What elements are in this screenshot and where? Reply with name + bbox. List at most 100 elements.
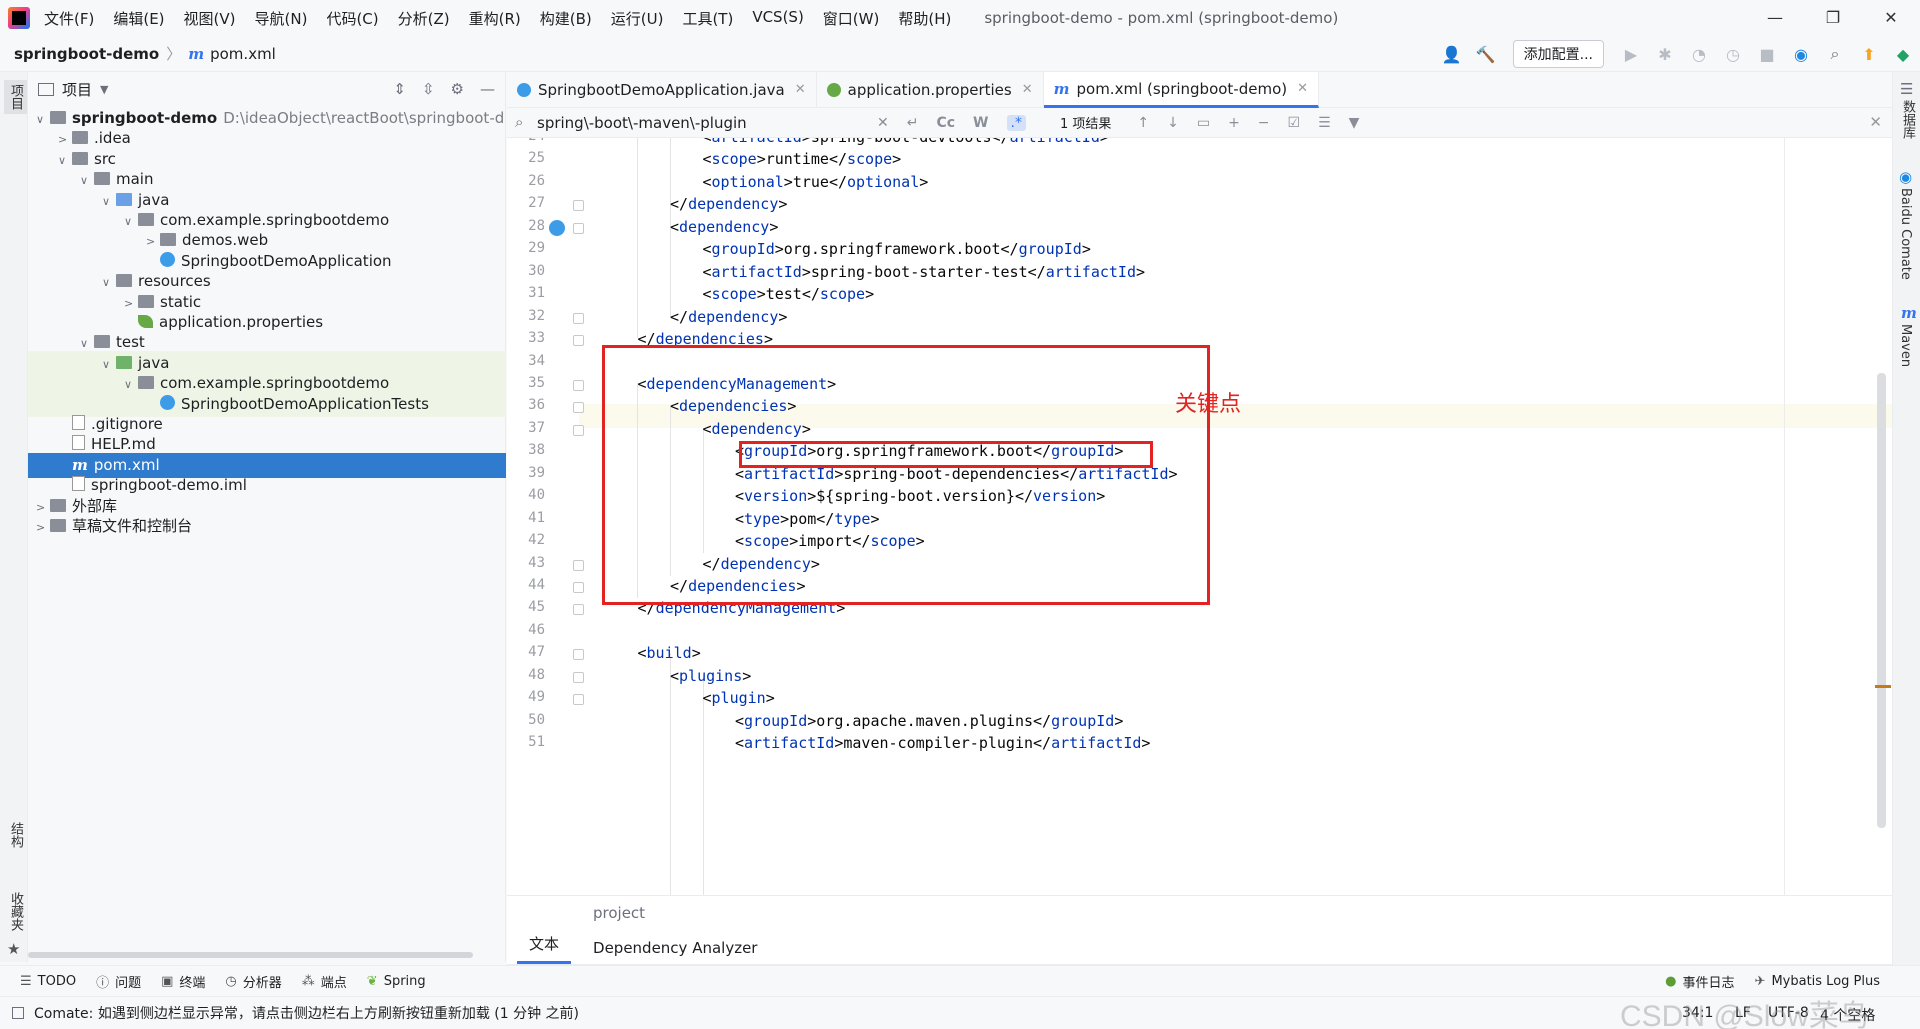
inspection-widget[interactable]: ✓ 1 ∧ ∨ [1807,138,1880,140]
favorites-tool-tab[interactable]: 收藏夹 [6,892,25,931]
tool-spring[interactable]: ❦ Spring [367,974,426,989]
project-tool-tab[interactable]: 项目 [4,80,27,114]
comate-tool-tab[interactable]: Baidu Comate [1898,188,1913,280]
menu-item[interactable]: 代码(C) [326,8,378,29]
gear-icon[interactable]: ⚙ [451,80,464,98]
close-tab-icon[interactable]: ✕ [1022,72,1033,108]
fold-marker-icon[interactable] [573,222,584,234]
update-icon[interactable]: ⬆ [1856,45,1882,64]
close-tab-icon[interactable]: ✕ [1297,71,1308,107]
minimize-button[interactable]: — [1746,0,1804,36]
fold-marker-icon[interactable] [573,671,584,683]
star-icon[interactable]: ★ [7,940,20,958]
chevron-down-icon[interactable]: ▼ [100,83,108,96]
tool-event-log[interactable]: ● 事件日志 [1665,972,1734,991]
chevron-down-icon[interactable]: ∨ [1869,138,1879,140]
breadcrumb-project[interactable]: springboot-demo [14,45,159,63]
fold-marker-icon[interactable] [573,694,584,706]
hide-icon[interactable]: — [480,80,495,98]
menu-item[interactable]: 构建(B) [540,8,592,29]
whole-words-toggle[interactable]: W [973,115,988,131]
search-icon[interactable]: ⌕ [1822,44,1848,64]
editor-tab[interactable]: m pom.xml (springboot-demo) ✕ [1043,71,1320,108]
code-editor[interactable]: 24 25 26 27 28 29 30 31 32 33 34 35 36 37 38 39 40 41 42 43… [507,138,1892,895]
fold-marker-icon[interactable] [573,200,584,212]
menu-item[interactable]: VCS(S) [752,8,803,29]
chevron-right-icon[interactable]: > [36,515,50,540]
menu-item[interactable]: 编辑(E) [113,8,164,29]
tool-terminal[interactable]: ▣ 终端 [161,972,205,991]
close-find-icon[interactable]: ✕ [1869,113,1882,131]
regex-toggle[interactable]: .* [1006,114,1026,131]
add-occurrence-icon[interactable]: + [1228,115,1240,131]
tab-dependency-analyzer[interactable]: Dependency Analyzer [581,939,769,964]
find-query-input[interactable]: spring\-boot\-maven\-plugin [537,114,877,132]
menu-item[interactable]: 帮助(H) [898,8,951,29]
project-panel-title[interactable]: 项目 [62,79,92,100]
fold-marker-icon[interactable] [573,559,584,571]
collapse-all-icon[interactable]: ⇳ [422,80,435,98]
fold-marker-icon[interactable] [573,312,584,324]
tab-text[interactable]: 文本 [517,933,572,964]
maven-tool-tab[interactable]: Maven [1898,324,1913,367]
build-hammer-icon[interactable]: 🔨 [1473,45,1499,64]
profile-icon[interactable]: ◷ [1720,45,1746,64]
menu-item[interactable]: 运行(U) [611,8,664,29]
remove-occurrence-icon[interactable]: − [1258,115,1270,131]
fold-marker-icon[interactable] [573,379,584,391]
coverage-icon[interactable]: ◔ [1686,45,1712,64]
structure-tool-tab[interactable]: 结构 [6,822,25,848]
fold-marker-icon[interactable] [573,649,584,661]
new-line-icon[interactable]: ↵ [907,115,919,131]
debug-icon[interactable]: ✱ [1652,45,1678,64]
clear-search-icon[interactable]: ✕ [877,115,889,131]
fold-marker-icon[interactable] [573,582,584,593]
user-icon[interactable]: 👤 [1439,45,1465,64]
horizontal-scrollbar[interactable] [28,952,473,958]
editor-tab[interactable]: SpringbootDemoApplication.java ✕ [507,72,817,108]
add-configuration-button[interactable]: 添加配置... [1512,40,1604,68]
fold-marker-icon[interactable] [573,335,584,347]
previous-occurrence-icon[interactable]: ↑ [1137,115,1149,131]
match-case-toggle[interactable]: Cc [936,115,955,131]
menu-item[interactable]: 工具(T) [682,8,733,29]
fold-marker-icon[interactable] [573,402,584,414]
menu-item[interactable]: 重构(R) [469,8,521,29]
format-icon[interactable]: ☰ [1318,115,1331,131]
run-icon[interactable]: ▶ [1618,45,1644,64]
plugin-icon[interactable]: ◆ [1890,45,1916,64]
chevron-up-icon[interactable]: ∧ [1847,138,1857,140]
tool-mybatis-log[interactable]: ✈ Mybatis Log Plus [1755,974,1880,989]
tree-node-label: resources [138,272,211,291]
open-in-window-icon[interactable]: ▭ [1197,115,1210,131]
menu-item[interactable]: 视图(V) [184,8,236,29]
gutter-run-icon[interactable] [549,219,565,236]
vertical-scrollbar[interactable] [1877,373,1886,828]
menu-item[interactable]: 窗口(W) [823,8,880,29]
close-window-button[interactable]: ✕ [1862,0,1920,36]
status-message[interactable]: Comate: 如遇到侧边栏显示异常，请点击侧边栏右上方刷新按钮重新加载 (1 … [34,1003,579,1023]
database-tool-tab[interactable]: 数据库 [1898,100,1917,139]
filter-icon[interactable]: ▼ [1349,115,1360,131]
fold-marker-icon[interactable] [573,604,584,616]
select-all-occurrences-icon[interactable]: ☑ [1288,115,1301,131]
menu-item[interactable]: 文件(F) [44,8,94,29]
editor-tab[interactable]: application.properties ✕ [817,72,1044,108]
tree-node[interactable]: > 草稿文件和控制台 [28,514,506,539]
expand-all-icon[interactable]: ⇕ [393,80,406,98]
menu-item[interactable]: 导航(N) [255,8,308,29]
close-tab-icon[interactable]: ✕ [795,72,806,108]
tool-endpoints[interactable]: ⁂ 端点 [302,972,347,991]
tool-problems[interactable]: ⓘ 问题 [96,972,141,991]
status-toggle-icon[interactable] [12,1007,24,1019]
breadcrumb-file[interactable]: pom.xml [210,45,276,63]
breadcrumb-project-tag[interactable]: project [593,904,645,922]
menu-item[interactable]: 分析(Z) [398,8,450,29]
comate-icon[interactable]: ◉ [1788,45,1814,64]
restore-button[interactable]: ❐ [1804,0,1862,36]
fold-marker-icon[interactable] [573,424,584,436]
tool-todo[interactable]: ☰ TODO [20,974,76,989]
next-occurrence-icon[interactable]: ↓ [1167,115,1179,131]
stop-icon[interactable]: ■ [1754,45,1780,64]
tool-profiler[interactable]: ◷ 分析器 [225,972,281,991]
